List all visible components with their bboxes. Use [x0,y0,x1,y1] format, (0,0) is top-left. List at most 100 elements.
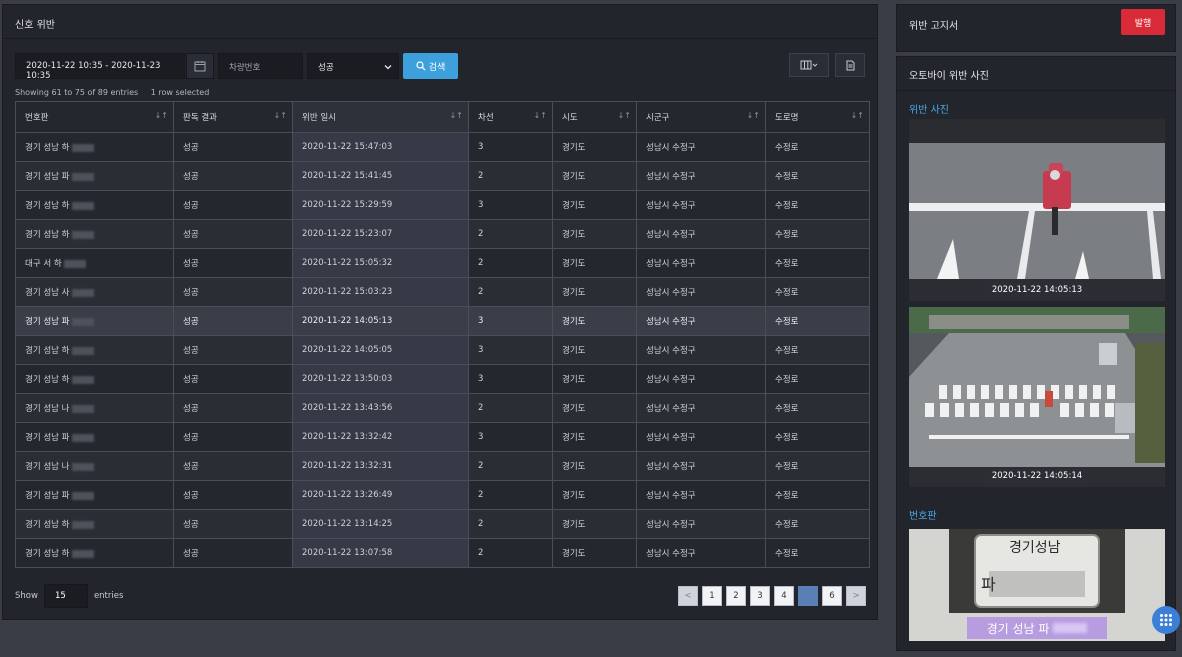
cell-lane: 3 [468,190,553,220]
cell-plate: 경기 성남 나 [15,393,174,423]
photo-1-image [909,119,1165,301]
table-row[interactable]: 경기 성남 하 성공 2020-11-22 15:47:03 3 경기도 성남시 수정구 수… [15,132,870,162]
cell-road: 수정로 [765,451,870,481]
column-header-time[interactable]: 위반 일시 ↓↑ [292,101,469,133]
cell-result: 성공 [173,190,293,220]
cell-plate: 경기 성남 하 [15,132,174,162]
violation-photos-label: 위반 사진 [909,105,949,116]
column-header-road[interactable]: 도로명 ↓↑ [765,101,870,133]
column-label: 번호판 [25,113,49,123]
column-header-result[interactable]: 판독 결과 ↓↑ [173,101,293,133]
prev-page-button[interactable]: < [678,586,698,606]
cell-sido: 경기도 [552,480,637,510]
plate-image-region: 경기성남 [1009,540,1061,556]
table-row[interactable]: 경기 성남 하 성공 2020-11-22 13:14:25 2 경기도 성남시 수정구 수… [15,509,870,539]
cell-sido: 경기도 [552,335,637,365]
cell-time: 2020-11-22 15:29:59 [292,190,469,220]
cell-plate: 경기 성남 나 [15,451,174,481]
calendar-button[interactable] [186,53,214,79]
column-header-plate[interactable]: 번호판 ↓↑ [15,101,174,133]
table-row[interactable]: 대구 서 하 성공 2020-11-22 15:05:32 2 경기도 성남시 수정구 수정… [15,248,870,278]
cell-road: 수정로 [765,480,870,510]
next-page-button[interactable]: > [846,586,866,606]
sort-icon: ↓↑ [533,111,547,120]
column-visibility-button[interactable] [789,53,829,77]
cell-road: 수정로 [765,248,870,278]
page-button-6[interactable]: 6 [822,586,842,606]
cell-time: 2020-11-22 15:05:32 [292,248,469,278]
page-length-select[interactable]: 15 [43,584,88,608]
page-button-2[interactable]: 2 [726,586,746,606]
cell-sigungu: 성남시 수정구 [636,538,766,568]
page-button-3[interactable]: 3 [750,586,770,606]
plate-number-redacted [71,549,94,558]
plate-text-label: 경기 성남 파 [967,617,1107,639]
apps-menu-button[interactable] [1152,606,1180,634]
date-range-input[interactable]: 2020-11-22 10:35 - 2020-11-23 10:35 [15,53,185,81]
cell-result: 성공 [173,364,293,394]
violation-photo-1[interactable]: 2020-11-22 14:05:13 [909,119,1165,301]
table-row[interactable]: 경기 성남 파 성공 2020-11-22 14:05:13 3 경기도 성남시 수정구 수… [15,306,870,336]
sort-icon: ↓↑ [449,111,463,120]
table-row[interactable]: 경기 성남 나 성공 2020-11-22 13:43:56 2 경기도 성남시 수정구 수… [15,393,870,423]
plate-number-redacted [71,433,94,442]
search-button[interactable]: 검색 [403,53,458,79]
cell-sigungu: 성남시 수정구 [636,422,766,452]
table-row[interactable]: 경기 성남 하 성공 2020-11-22 13:07:58 2 경기도 성남시 수정구 수… [15,538,870,568]
page-button-4[interactable]: 4 [774,586,794,606]
table-row[interactable]: 경기 성남 하 성공 2020-11-22 15:23:07 2 경기도 성남시 수정구 수… [15,219,870,249]
plate-number-redacted [71,375,94,384]
table-row[interactable]: 경기 성남 파 성공 2020-11-22 13:26:49 2 경기도 성남시 수정구 수… [15,480,870,510]
calendar-icon [194,61,206,72]
table-row[interactable]: 경기 성남 하 성공 2020-11-22 14:05:05 3 경기도 성남시 수정구 수… [15,335,870,365]
column-label: 도로명 [775,113,799,123]
search-button-label: 검색 [428,62,446,73]
table-info: Showing 61 to 75 of 89 entries 1 row sel… [15,88,219,97]
table-row[interactable]: 경기 성남 하 성공 2020-11-22 13:50:03 3 경기도 성남시 수정구 수… [15,364,870,394]
violation-photo-2[interactable]: 2020-11-22 14:05:14 [909,307,1165,487]
plate-section-label: 번호판 [909,511,937,522]
vehicle-number-input[interactable]: 차량번호 [218,53,303,79]
cell-plate: 경기 성남 파 [15,306,174,336]
cell-time: 2020-11-22 13:32:42 [292,422,469,452]
cell-plate: 경기 성남 하 [15,190,174,220]
cell-sigungu: 성남시 수정구 [636,190,766,220]
cell-sigungu: 성남시 수정구 [636,248,766,278]
export-button[interactable] [835,53,865,77]
table-row[interactable]: 경기 성남 파 성공 2020-11-22 15:41:45 2 경기도 성남시 수정구 수… [15,161,870,191]
result-select[interactable]: 성공 [307,53,399,79]
issue-button[interactable]: 발행 [1121,9,1165,35]
cell-plate: 경기 성남 하 [15,538,174,568]
cell-lane: 2 [468,509,553,539]
page-button-5[interactable]: 5 [798,586,818,606]
column-header-sido[interactable]: 시도 ↓↑ [552,101,637,133]
pagination: < 1 2 3 4 5 6 > [678,586,866,606]
cell-sigungu: 성남시 수정구 [636,219,766,249]
cell-lane: 3 [468,422,553,452]
table-row[interactable]: 경기 성남 파 성공 2020-11-22 13:32:42 3 경기도 성남시 수정구 수… [15,422,870,452]
column-label: 위반 일시 [302,113,336,123]
cell-road: 수정로 [765,219,870,249]
cell-sido: 경기도 [552,451,637,481]
cell-sido: 경기도 [552,248,637,278]
plate-number-redacted [71,230,94,239]
document-icon [846,60,854,70]
cell-road: 수정로 [765,306,870,336]
cell-road: 수정로 [765,335,870,365]
cell-plate: 경기 성남 하 [15,364,174,394]
table-row[interactable]: 경기 성남 나 성공 2020-11-22 13:32:31 2 경기도 성남시 수정구 수… [15,451,870,481]
chevron-down-icon [384,65,392,70]
table-row[interactable]: 경기 성남 하 성공 2020-11-22 15:29:59 3 경기도 성남시 수정구 수… [15,190,870,220]
sort-icon: ↓↑ [850,111,864,120]
cell-sido: 경기도 [552,219,637,249]
table-row[interactable]: 경기 성남 사 성공 2020-11-22 15:03:23 2 경기도 성남시 수정구 수… [15,277,870,307]
cell-time: 2020-11-22 15:47:03 [292,132,469,162]
column-header-lane[interactable]: 차선 ↓↑ [468,101,553,133]
cell-lane: 2 [468,277,553,307]
entries-info: Showing 61 to 75 of 89 entries [15,88,139,97]
plate-number-redacted [71,491,94,500]
column-header-sigungu[interactable]: 시군구 ↓↑ [636,101,766,133]
columns-icon [800,60,818,70]
plate-number-redacted [63,259,86,268]
page-button-1[interactable]: 1 [702,586,722,606]
